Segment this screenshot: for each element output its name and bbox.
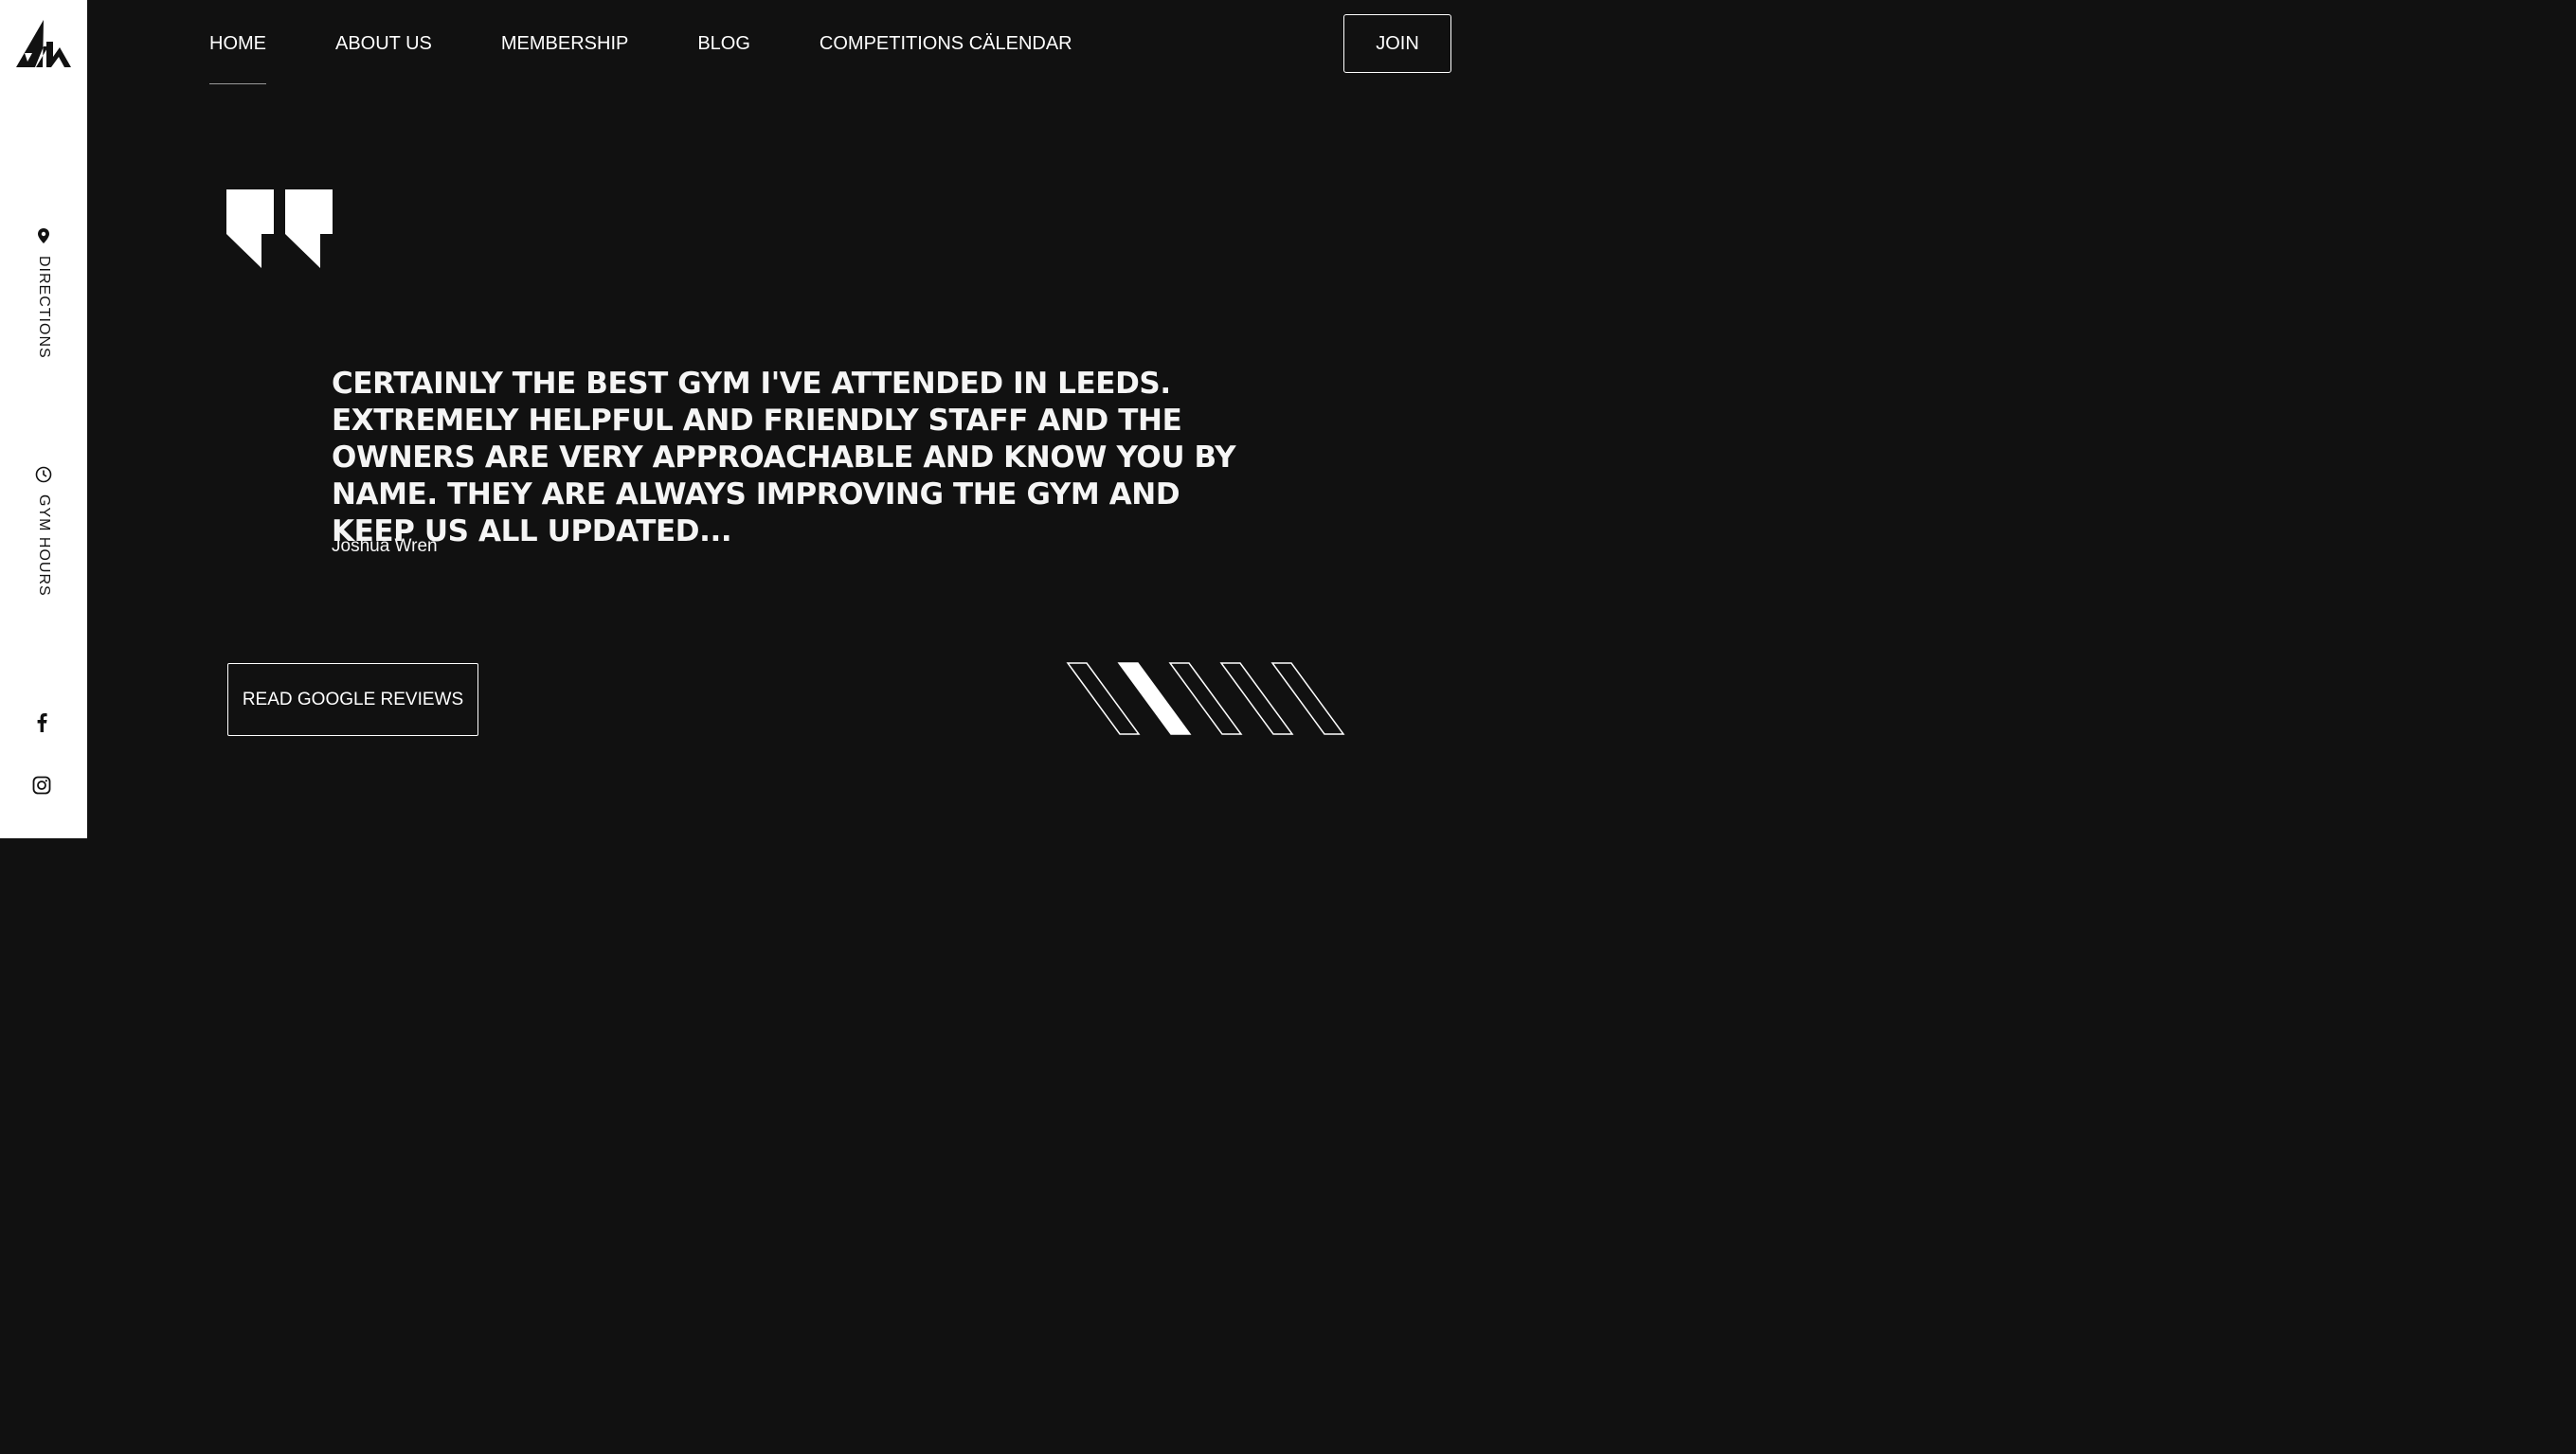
gym-hours-label: GYM HOURS bbox=[36, 494, 52, 597]
nav-item-competitions-calendar[interactable]: COMPETITIONS CÄLENDAR bbox=[820, 0, 1072, 87]
slide-indicator-2[interactable] bbox=[1117, 662, 1192, 735]
slide-indicator-4[interactable] bbox=[1219, 662, 1294, 735]
read-google-reviews-button[interactable]: READ GOOGLE REVIEWS bbox=[227, 663, 478, 736]
testimonial-quote: CERTAINLY THE BEST GYM I'VE ATTENDED IN … bbox=[332, 367, 1236, 548]
directions-label: DIRECTIONS bbox=[36, 256, 52, 359]
join-button[interactable]: JOIN bbox=[1343, 14, 1451, 73]
directions-link[interactable]: DIRECTIONS bbox=[0, 227, 87, 359]
map-pin-icon bbox=[38, 228, 49, 243]
gym-hours-link[interactable]: GYM HOURS bbox=[0, 466, 87, 597]
sidebar: DIRECTIONS GYM HOURS bbox=[0, 0, 87, 838]
nav-item-about-us[interactable]: ABOUT US bbox=[335, 0, 432, 87]
instagram-icon[interactable] bbox=[32, 775, 51, 796]
clock-icon bbox=[35, 466, 52, 483]
testimonial-author: Joshua Wren bbox=[332, 536, 438, 556]
quote-icon bbox=[226, 189, 333, 268]
nav-item-membership[interactable]: MEMBERSHIP bbox=[501, 0, 628, 87]
slider-indicator bbox=[1066, 662, 1345, 735]
slide-indicator-5[interactable] bbox=[1270, 662, 1345, 735]
nav-item-blog[interactable]: BLOG bbox=[697, 0, 750, 87]
nav-item-home[interactable]: HOME bbox=[209, 0, 266, 87]
logo-icon[interactable] bbox=[15, 19, 72, 68]
main-nav: HOME ABOUT US MEMBERSHIP BLOG COMPETITIO… bbox=[209, 0, 1142, 87]
page: DIRECTIONS GYM HOURS HOME ABOUT US MEMBE… bbox=[0, 0, 1486, 838]
facebook-icon[interactable] bbox=[32, 711, 51, 732]
